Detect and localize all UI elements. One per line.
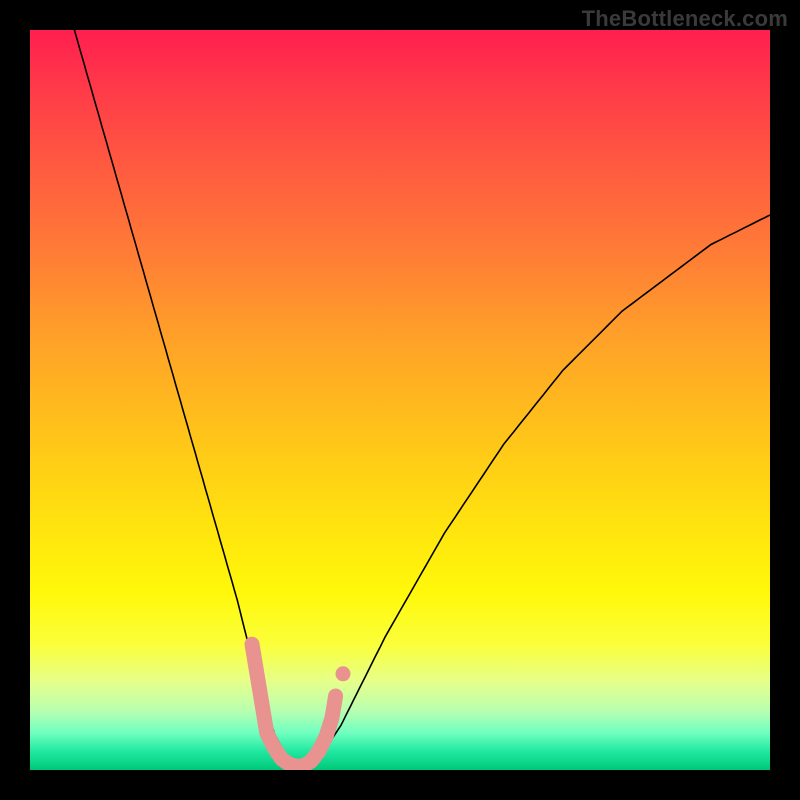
highlight-marker — [252, 644, 351, 766]
bottleneck-curve — [74, 30, 770, 770]
plot-area — [30, 30, 770, 770]
chart-frame: TheBottleneck.com — [0, 0, 800, 800]
highlight-u-stroke — [252, 644, 336, 766]
watermark-text: TheBottleneck.com — [582, 6, 788, 32]
highlight-dot — [336, 666, 351, 681]
chart-svg — [30, 30, 770, 770]
